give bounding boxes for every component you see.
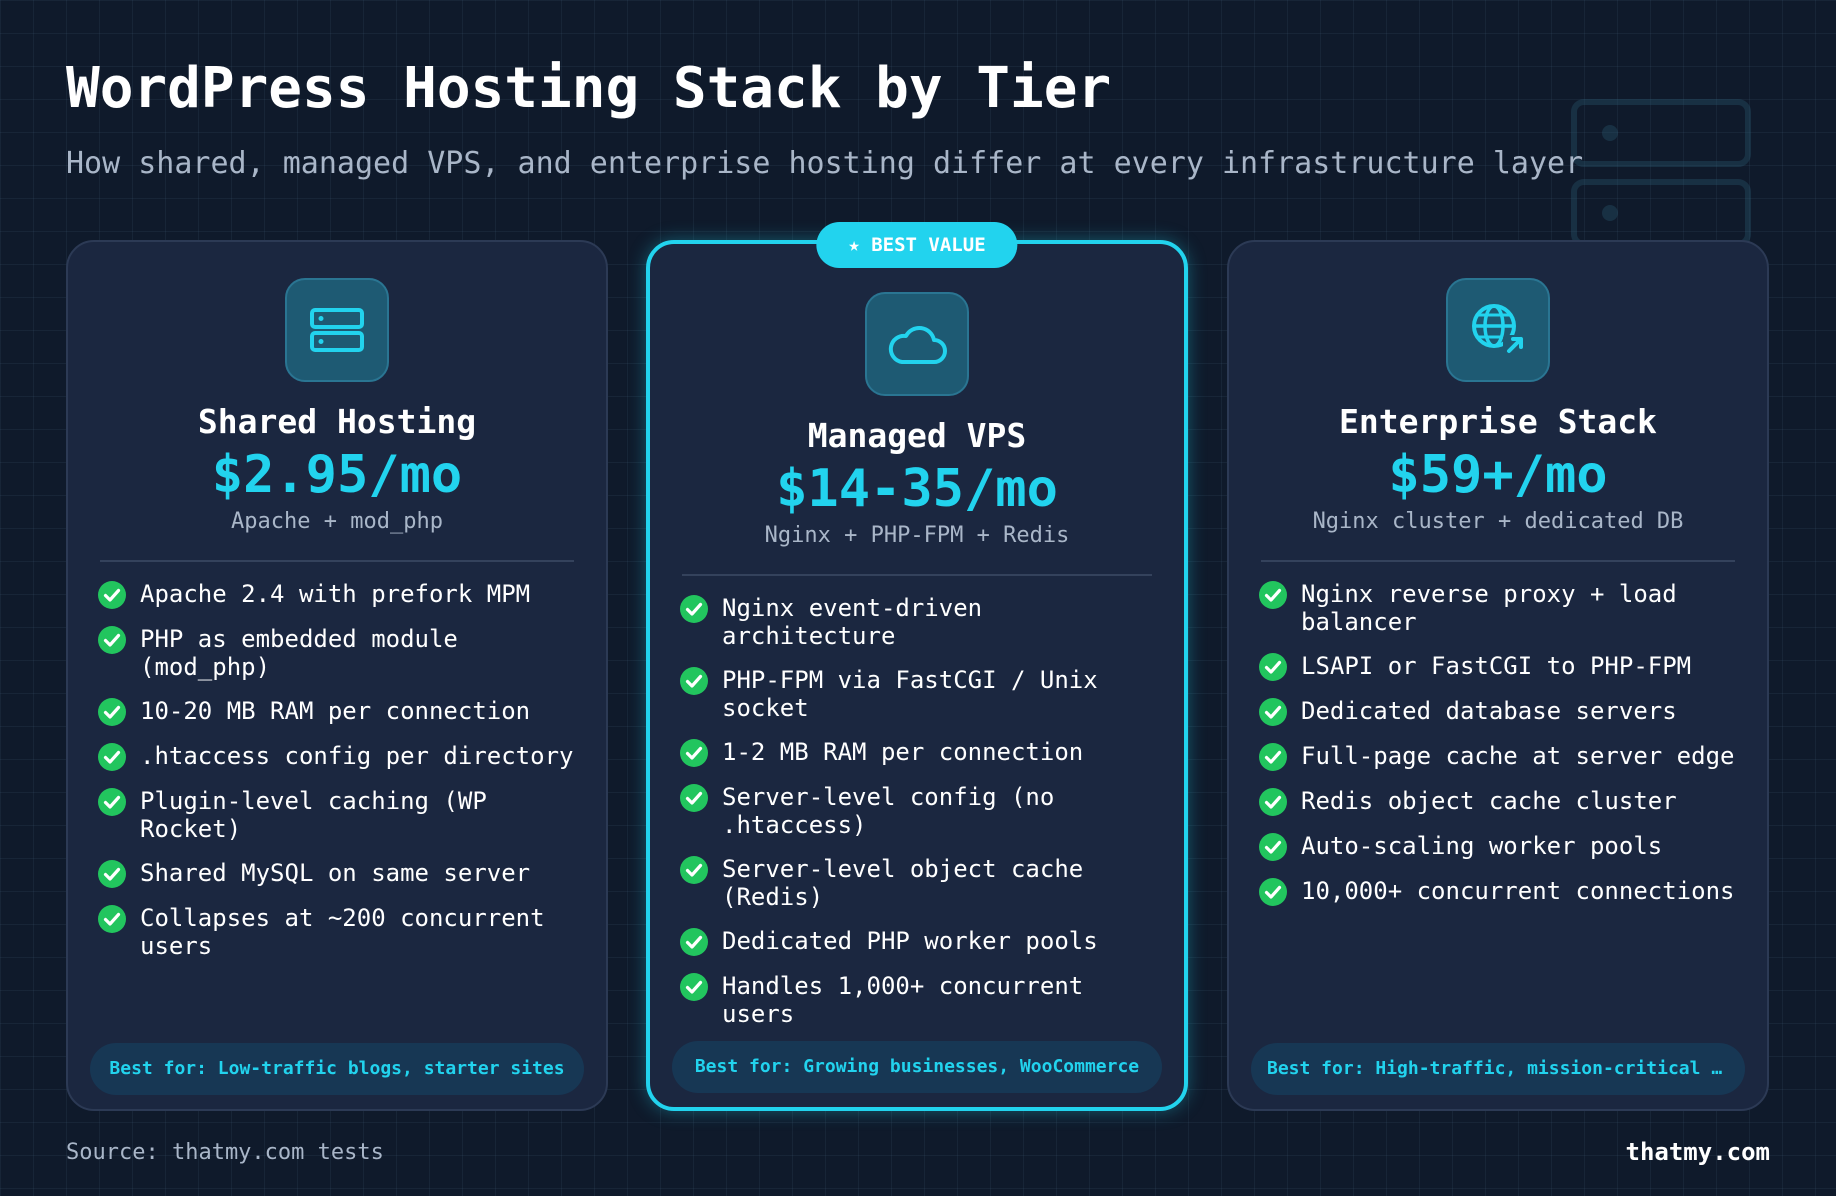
check-icon xyxy=(1259,653,1287,681)
feature-item: 10,000+ concurrent connections xyxy=(1259,877,1737,906)
feature-item: Nginx reverse proxy + load balancer xyxy=(1259,580,1737,636)
best-value-badge: ★ BEST VALUE xyxy=(816,222,1018,268)
tier-stack: Nginx + PHP-FPM + Redis xyxy=(764,523,1070,548)
check-icon xyxy=(1259,581,1287,609)
feature-text: .htaccess config per directory xyxy=(140,742,574,770)
tier-card-managed-vps: ★ BEST VALUE Managed VPS $14-35/mo Nginx… xyxy=(646,222,1188,1111)
feature-item: Auto-scaling worker pools xyxy=(1259,832,1737,861)
check-icon xyxy=(98,788,126,816)
check-icon xyxy=(680,667,708,695)
tier-name: Shared Hosting xyxy=(197,402,477,441)
feature-text: PHP as embedded module (mod_php) xyxy=(140,625,458,681)
feature-text: 10-20 MB RAM per connection xyxy=(140,697,531,725)
feature-item: Full-page cache at server edge xyxy=(1259,742,1737,771)
feature-text: Nginx event-driven architecture xyxy=(722,594,983,650)
divider xyxy=(682,574,1152,576)
divider xyxy=(100,560,574,562)
feature-item: PHP as embedded module (mod_php) xyxy=(98,625,576,681)
check-icon xyxy=(1259,698,1287,726)
tier-name: Enterprise Stack xyxy=(1339,402,1657,441)
feature-item: 10-20 MB RAM per connection xyxy=(98,697,576,726)
feature-text: Auto-scaling worker pools xyxy=(1301,832,1663,860)
check-icon xyxy=(98,860,126,888)
tier-icon-box xyxy=(285,278,389,382)
tier-stack: Nginx cluster + dedicated DB xyxy=(1312,509,1684,534)
feature-text: Redis object cache cluster xyxy=(1301,787,1677,815)
page-title: WordPress Hosting Stack by Tier xyxy=(66,56,1112,121)
check-icon xyxy=(1259,878,1287,906)
feature-text: Plugin-level caching (WP Rocket) xyxy=(140,787,487,843)
check-icon xyxy=(680,595,708,623)
check-icon xyxy=(98,581,126,609)
feature-item: 1-2 MB RAM per connection xyxy=(680,738,1154,767)
tier-price: $2.95/mo xyxy=(211,445,463,505)
feature-item: Server-level object cache (Redis) xyxy=(680,855,1154,911)
cloud-icon xyxy=(888,325,947,364)
best-for-pill: Best for: Low-traffic blogs, starter sit… xyxy=(90,1043,584,1095)
check-icon xyxy=(680,973,708,1001)
check-icon xyxy=(98,905,126,933)
check-icon xyxy=(680,856,708,884)
feature-text: Handles 1,000+ concurrent users xyxy=(722,972,1084,1028)
server-icon xyxy=(310,308,364,352)
tier-stack: Apache + mod_php xyxy=(231,509,443,534)
feature-item: Apache 2.4 with prefork MPM xyxy=(98,580,576,609)
feature-item: Nginx event-driven architecture xyxy=(680,594,1154,650)
feature-item: Shared MySQL on same server xyxy=(98,859,576,888)
globe-icon xyxy=(1472,304,1525,357)
source-note: Source: thatmy.com tests xyxy=(66,1140,384,1165)
feature-item: Dedicated database servers xyxy=(1259,697,1737,726)
decorative-server-icon xyxy=(1571,99,1751,247)
tier-icon-box xyxy=(865,292,969,396)
feature-text: Nginx reverse proxy + load balancer xyxy=(1301,580,1677,636)
check-icon xyxy=(98,626,126,654)
feature-text: Server-level object cache (Redis) xyxy=(722,855,1084,911)
divider xyxy=(1261,560,1735,562)
feature-item: Plugin-level caching (WP Rocket) xyxy=(98,787,576,843)
feature-item: Dedicated PHP worker pools xyxy=(680,927,1154,956)
tier-card-enterprise: Enterprise Stack $59+/mo Nginx cluster +… xyxy=(1227,240,1769,1111)
tier-price: $14-35/mo xyxy=(776,459,1058,519)
brand-wordmark: thatmy.com xyxy=(1625,1138,1771,1166)
feature-item: PHP-FPM via FastCGI / Unix socket xyxy=(680,666,1154,722)
feature-text: 10,000+ concurrent connections xyxy=(1301,877,1735,905)
feature-text: 1-2 MB RAM per connection xyxy=(722,738,1084,766)
feature-item: Redis object cache cluster xyxy=(1259,787,1737,816)
feature-text: Full-page cache at server edge xyxy=(1301,742,1735,770)
feature-text: Shared MySQL on same server xyxy=(140,859,531,887)
check-icon xyxy=(1259,833,1287,861)
check-icon xyxy=(1259,743,1287,771)
feature-list: Nginx event-driven architecture PHP-FPM … xyxy=(650,594,1184,1028)
tier-name: Managed VPS xyxy=(807,416,1027,455)
check-icon xyxy=(98,698,126,726)
check-icon xyxy=(98,743,126,771)
best-for-pill: Best for: High-traffic, mission-critical… xyxy=(1251,1043,1745,1095)
feature-item: Handles 1,000+ concurrent users xyxy=(680,972,1154,1028)
feature-item: Server-level config (no .htaccess) xyxy=(680,783,1154,839)
feature-list: Apache 2.4 with prefork MPM PHP as embed… xyxy=(68,580,606,960)
feature-text: PHP-FPM via FastCGI / Unix socket xyxy=(722,666,1098,722)
tier-price: $59+/mo xyxy=(1388,445,1608,505)
feature-item: Collapses at ~200 concurrent users xyxy=(98,904,576,960)
page-subtitle: How shared, managed VPS, and enterprise … xyxy=(66,146,1584,181)
check-icon xyxy=(680,739,708,767)
feature-text: Apache 2.4 with prefork MPM xyxy=(140,580,531,608)
feature-item: LSAPI or FastCGI to PHP-FPM xyxy=(1259,652,1737,681)
feature-text: Collapses at ~200 concurrent users xyxy=(140,904,545,960)
feature-text: Dedicated PHP worker pools xyxy=(722,927,1098,955)
feature-text: LSAPI or FastCGI to PHP-FPM xyxy=(1301,652,1692,680)
tier-icon-box xyxy=(1446,278,1550,382)
feature-list: Nginx reverse proxy + load balancer LSAP… xyxy=(1229,580,1767,906)
feature-text: Server-level config (no .htaccess) xyxy=(722,783,1055,839)
check-icon xyxy=(680,928,708,956)
check-icon xyxy=(680,784,708,812)
check-icon xyxy=(1259,788,1287,816)
feature-item: .htaccess config per directory xyxy=(98,742,576,771)
feature-text: Dedicated database servers xyxy=(1301,697,1677,725)
best-for-pill: Best for: Growing businesses, WooCommerc… xyxy=(672,1041,1162,1093)
tier-card-shared: Shared Hosting $2.95/mo Apache + mod_php… xyxy=(66,240,608,1111)
